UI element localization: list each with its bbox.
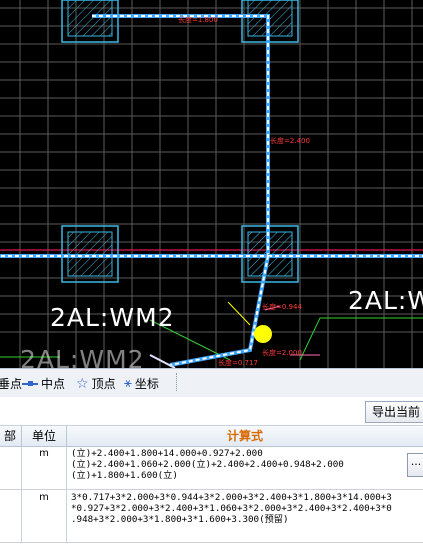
box-label-partial: 2AL:WM2 <box>20 345 145 368</box>
more-button[interactable]: ... <box>407 453 423 477</box>
snap-midpoint[interactable]: 中点 <box>22 375 65 392</box>
snap-label: 垂点 <box>0 377 23 391</box>
cursor-marker <box>254 325 272 343</box>
midpoint-icon <box>22 380 38 388</box>
columns <box>61 0 299 283</box>
cad-canvas[interactable]: 长度=1.800 长度=2.400 长度=0.944 长度=2.000 长度=0… <box>0 0 423 368</box>
snap-perpendicular[interactable]: 垂点 <box>0 375 22 392</box>
unit-cell: m <box>22 490 67 542</box>
snap-label: 顶点 <box>91 377 116 391</box>
column-header[interactable]: 部 <box>0 426 22 447</box>
export-current-button[interactable]: 导出当前 <box>364 401 423 423</box>
segment-length-label: 长度=0.944 <box>262 303 302 311</box>
snap-coordinate[interactable]: ⚹ 坐标 <box>124 375 159 392</box>
column-header-formula[interactable]: 计算式 <box>67 426 423 447</box>
box-label: 2AL:WM2 <box>50 303 175 332</box>
box-label: 2AL:WM <box>348 286 423 315</box>
formula-cell[interactable]: 3*0.717+3*2.000+3*0.944+3*2.000+3*2.400+… <box>71 492 392 525</box>
snap-vertex[interactable]: ☆ 顶点 <box>76 375 116 392</box>
snap-toolbar: 垂点 中点 ☆ 顶点 ⚹ 坐标 <box>0 368 423 398</box>
unit-cell: m <box>22 447 67 489</box>
table-row[interactable]: m (立)+2.400+1.800+14.000+0.927+2.000 (立)… <box>0 447 423 490</box>
vertex-icon: ☆ <box>76 375 89 392</box>
toolbar-grip <box>176 373 179 391</box>
segment-length-label: 长度=0.717 <box>218 359 258 367</box>
formula-cell[interactable]: (立)+2.400+1.800+14.000+0.927+2.000 (立)+2… <box>71 448 344 481</box>
coordinate-icon: ⚹ <box>124 376 132 391</box>
calculation-table: 部 单位 计算式 m (立)+2.400+1.800+14.000+0.927+… <box>0 426 423 545</box>
table-row[interactable]: m 3*0.717+3*2.000+3*0.944+3*2.000+3*2.40… <box>0 490 423 543</box>
table-toolbar: 导出当前 <box>0 397 423 426</box>
column-header-unit[interactable]: 单位 <box>22 426 67 447</box>
segment-length-label: 长度=2.400 <box>270 137 310 145</box>
snap-label: 坐标 <box>134 377 159 391</box>
snap-label: 中点 <box>41 377 66 391</box>
segment-length-label: 长度=2.000 <box>262 349 302 357</box>
white-stroke <box>149 354 176 368</box>
segment-length-label: 长度=1.800 <box>178 16 218 24</box>
